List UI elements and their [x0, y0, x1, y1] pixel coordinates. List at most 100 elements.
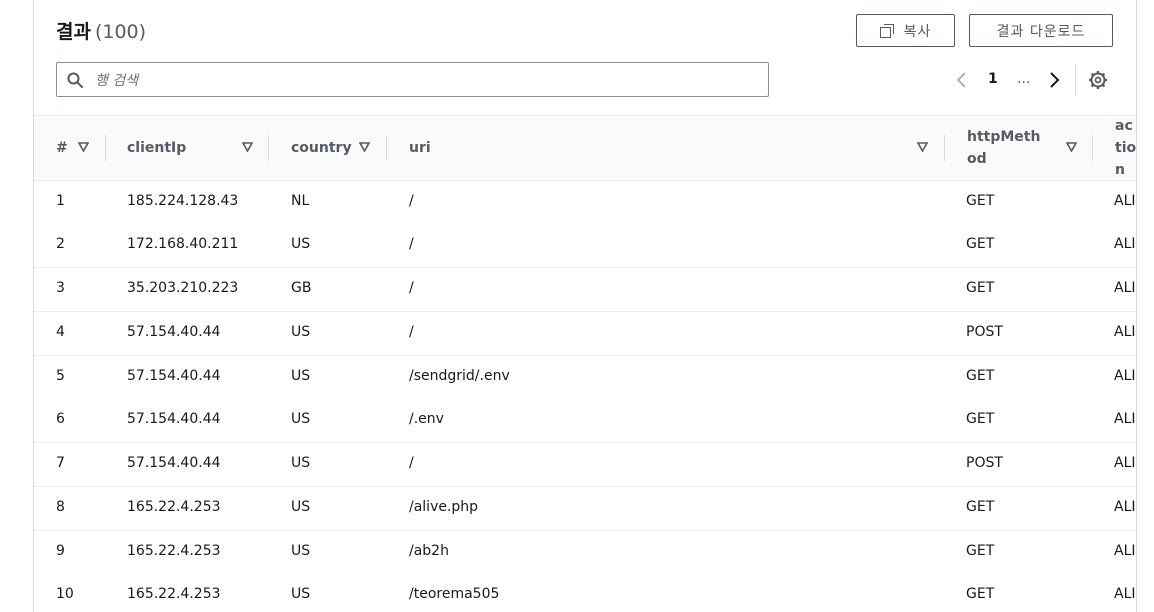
- table-cell-action: ALI: [1114, 368, 1136, 384]
- table-cell-num: 7: [56, 455, 65, 471]
- col-header-uri[interactable]: uri: [409, 116, 809, 180]
- col-header-country[interactable]: country: [291, 116, 361, 180]
- table-cell-num: 10: [56, 586, 74, 602]
- table-cell-num: 5: [56, 368, 65, 384]
- table-cell-country: GB: [291, 280, 312, 296]
- table-cell-action: ALI: [1114, 455, 1136, 471]
- page-number[interactable]: 1: [988, 71, 998, 87]
- table-cell-clientip: 165.22.4.253: [127, 586, 221, 602]
- table-cell-clientip: 165.22.4.253: [127, 543, 221, 559]
- table-cell-uri: /: [409, 193, 414, 209]
- col-header-clientip[interactable]: clientIp: [127, 116, 237, 180]
- table-cell-action: ALI: [1114, 280, 1136, 296]
- table-cell-method: POST: [966, 455, 1003, 471]
- gear-icon[interactable]: [1088, 70, 1108, 90]
- col-label-uri: uri: [409, 140, 431, 156]
- table-row[interactable]: 3 35.203.210.223 GB / GET ALI: [34, 268, 1136, 312]
- next-page-icon[interactable]: [1047, 70, 1061, 90]
- sort-icon[interactable]: [1066, 142, 1077, 152]
- copy-button[interactable]: 복사: [856, 14, 955, 47]
- table-cell-method: GET: [966, 499, 995, 515]
- table-cell-num: 9: [56, 543, 65, 559]
- sort-icon[interactable]: [78, 142, 89, 152]
- table-cell-num: 1: [56, 193, 65, 209]
- table-row[interactable]: 1 185.224.128.43 NL / GET ALI: [34, 181, 1136, 225]
- table-cell-action: ALI: [1114, 586, 1136, 602]
- row-search[interactable]: [56, 62, 769, 97]
- table-cell-num: 6: [56, 411, 65, 427]
- table-row[interactable]: 9 165.22.4.253 US/ab2h GET ALI: [34, 531, 1136, 575]
- results-title-text: 결과: [56, 21, 91, 43]
- table-cell-action: ALI: [1114, 236, 1136, 252]
- column-divider[interactable]: [1092, 135, 1093, 161]
- table-cell-clientip: 35.203.210.223: [127, 280, 239, 296]
- table-cell-num: 3: [56, 280, 65, 296]
- table-cell-num: 4: [56, 324, 65, 340]
- table-cell-uri: /alive.php: [409, 499, 479, 515]
- table-cell-uri: /: [409, 455, 414, 471]
- table-cell-uri: /: [409, 324, 414, 340]
- page-ellipsis: ...: [1017, 71, 1031, 87]
- table-cell-country: US: [291, 543, 311, 559]
- sort-icon[interactable]: [917, 142, 928, 152]
- table-cell-clientip: 57.154.40.44: [127, 455, 221, 471]
- right-gutter: [1136, 0, 1154, 612]
- table-cell-country: US: [291, 499, 311, 515]
- table-cell-country: NL: [291, 193, 310, 209]
- table-row[interactable]: 4 57.154.40.44 US / POST ALI: [34, 312, 1136, 356]
- table-cell-method: GET: [966, 236, 995, 252]
- table-cell-method: GET: [966, 543, 995, 559]
- table-cell-clientip: 57.154.40.44: [127, 368, 221, 384]
- table-row[interactable]: 2 172.168.40.211 US / GET ALI: [34, 224, 1136, 268]
- table-row[interactable]: 5 57.154.40.44 US/sendgrid/.env GET ALI: [34, 356, 1136, 400]
- download-results-button[interactable]: 결과 다운로드: [969, 14, 1113, 47]
- column-divider[interactable]: [105, 135, 106, 161]
- table-row[interactable]: 6 57.154.40.44 US /.env GET ALI: [34, 399, 1136, 443]
- previous-page-icon[interactable]: [955, 70, 969, 90]
- table-cell-uri: /.env: [409, 411, 444, 427]
- table-row[interactable]: 7 57.154.40.44 US / POST ALI: [34, 443, 1136, 487]
- results-title: 결과 (100): [56, 17, 146, 44]
- download-results-label: 결과 다운로드: [996, 23, 1086, 40]
- table-row[interactable]: 8 165.22.4.253 US/alive.php GET ALI: [34, 487, 1136, 531]
- sort-icon[interactable]: [359, 142, 370, 152]
- table-cell-country: US: [291, 236, 311, 252]
- column-divider[interactable]: [268, 135, 269, 161]
- table-cell-clientip: 57.154.40.44: [127, 411, 221, 427]
- col-label-clientip: clientIp: [127, 140, 187, 156]
- table-cell-method: GET: [966, 368, 995, 384]
- table-cell-clientip: 172.168.40.211: [127, 236, 239, 252]
- copy-button-label: 복사: [903, 23, 932, 40]
- table-cell-uri: /: [409, 280, 414, 296]
- table-cell-action: ALI: [1114, 543, 1136, 559]
- table-cell-num: 2: [56, 236, 65, 252]
- table-cell-clientip: 165.22.4.253: [127, 499, 221, 515]
- table-cell-action: ALI: [1114, 324, 1136, 340]
- col-header-action[interactable]: action: [1115, 116, 1136, 180]
- table-cell-method: GET: [966, 411, 995, 427]
- table-cell-uri: /: [409, 236, 414, 252]
- column-divider[interactable]: [386, 135, 387, 161]
- table-cell-method: POST: [966, 324, 1003, 340]
- search-input[interactable]: [93, 67, 757, 94]
- table-cell-clientip: 185.224.128.43: [127, 193, 239, 209]
- col-label-action: action: [1115, 118, 1136, 178]
- sort-icon[interactable]: [242, 142, 253, 152]
- col-label-country: country: [291, 140, 352, 156]
- col-label-httpmethod: httpMethod: [967, 129, 1041, 167]
- table-cell-num: 8: [56, 499, 65, 515]
- col-header-httpmethod[interactable]: httpMethod: [967, 116, 1047, 180]
- table-cell-method: GET: [966, 193, 995, 209]
- col-label-number: #: [56, 140, 68, 156]
- copy-icon: [879, 23, 894, 38]
- pagination-divider: [1075, 64, 1076, 96]
- table-cell-action: ALI: [1114, 411, 1136, 427]
- table-header: # clientIp country uri httpMethod action: [34, 116, 1136, 181]
- table-cell-uri: /ab2h: [409, 543, 449, 559]
- table-cell-method: GET: [966, 280, 995, 296]
- table-cell-action: ALI: [1114, 193, 1136, 209]
- table-row[interactable]: 10 165.22.4.253 US/teorema505 GET ALI: [34, 574, 1136, 612]
- table-cell-uri: /sendgrid/.env: [409, 368, 510, 384]
- column-divider[interactable]: [944, 135, 945, 161]
- table-cell-country: US: [291, 411, 311, 427]
